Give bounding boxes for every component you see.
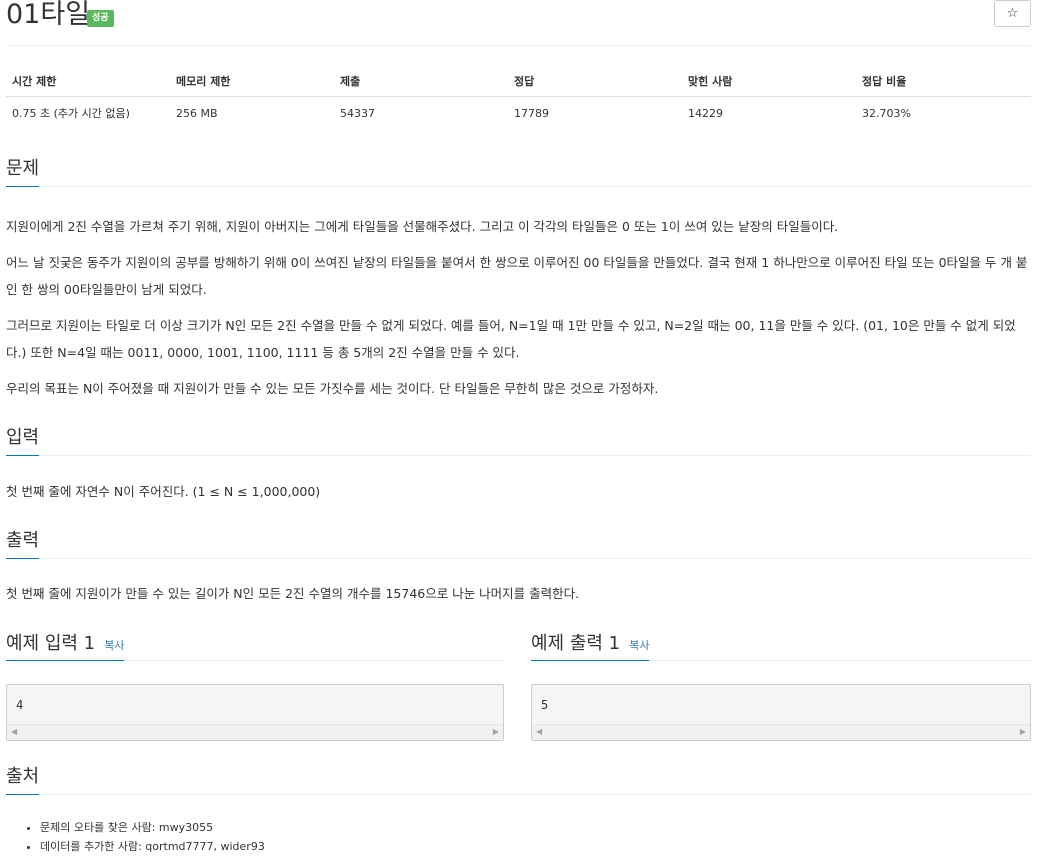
input-section-title: 입력 [6,425,40,456]
list-item: 데이터를 추가한 사람: qortmd7777, wider93 [40,837,265,856]
problem-header: 01타일 성공 ☆ [6,0,1031,46]
accept-ratio-value: 32.703% [856,96,1031,131]
scroll-left-icon[interactable]: ◀ [11,727,17,736]
output-section-header: 출력 [6,527,1031,559]
problem-paragraph-2: 어느 날 짓궂은 동주가 지원이의 공부를 방해하기 위해 0이 쓰여진 낱장의… [6,255,1028,297]
sample-input-header: 예제 입력 1 복사 [6,628,504,661]
output-description: 첫 번째 줄에 지원이가 만들 수 있는 길이가 N인 모든 2진 수열의 개수… [6,586,580,601]
problem-section-header: 문제 [6,155,1031,187]
source-section-header: 출처 [6,763,1031,795]
output-section-title: 출력 [6,528,40,559]
input-description: 첫 번째 줄에 자연수 N이 주어진다. (1 ≤ N ≤ 1,000,000) [6,484,321,499]
problem-info-table: 시간 제한 메모리 제한 제출 정답 맞힌 사람 정답 비율 0.75 초 (추… [6,66,1031,131]
header-solved-users: 맞힌 사람 [682,66,856,97]
problem-paragraph-4: 우리의 목표는 N이 주어졌을 때 지원이가 만들 수 있는 모든 가짓수를 세… [6,381,659,396]
horizontal-scrollbar[interactable]: ◀ ▶ [7,724,503,740]
sample-output-header: 예제 출력 1 복사 [531,628,1031,661]
memory-limit-value: 256 MB [170,96,334,131]
sample-output-title: 예제 출력 1 [531,633,621,654]
table-header-row: 시간 제한 메모리 제한 제출 정답 맞힌 사람 정답 비율 [6,66,1031,97]
copy-sample-output-link[interactable]: 복사 [629,639,649,652]
header-submissions: 제출 [334,66,508,97]
accepted-value: 17789 [508,96,682,131]
sample-input-title: 예제 입력 1 [6,633,96,654]
status-badge: 성공 [87,10,114,27]
source-section-title: 출처 [6,764,40,795]
source-list: 문제의 오타를 찾은 사람: mwy3055 데이터를 추가한 사람: qort… [40,818,265,856]
header-memory-limit: 메모리 제한 [170,66,334,97]
sample-input-value: 4 [16,698,24,712]
input-section-header: 입력 [6,424,1031,456]
sample-input-box[interactable]: 4 ◀ ▶ [6,684,504,741]
scroll-right-icon[interactable]: ▶ [493,727,499,736]
problem-section-title: 문제 [6,156,40,187]
time-limit-value: 0.75 초 (추가 시간 없음) [6,96,170,131]
solved-users-value: 14229 [682,96,856,131]
header-time-limit: 시간 제한 [6,66,170,97]
scroll-left-icon[interactable]: ◀ [536,727,542,736]
star-button[interactable]: ☆ [994,0,1031,27]
submissions-value: 54337 [334,96,508,131]
problem-paragraph-1: 지원이에게 2진 수열을 가르쳐 주기 위해, 지원이 아버지는 그에게 타일들… [6,219,839,234]
sample-output-value: 5 [541,698,549,712]
scroll-right-icon[interactable]: ▶ [1020,727,1026,736]
copy-sample-input-link[interactable]: 복사 [104,639,124,652]
header-accepted: 정답 [508,66,682,97]
header-accept-ratio: 정답 비율 [856,66,1031,97]
list-item: 문제의 오타를 찾은 사람: mwy3055 [40,818,265,837]
problem-paragraph-3: 그러므로 지원이는 타일로 더 이상 크기가 N인 모든 2진 수열을 만들 수… [6,318,1016,360]
sample-output-box[interactable]: 5 ◀ ▶ [531,684,1031,741]
star-icon: ☆ [1006,6,1019,21]
horizontal-scrollbar[interactable]: ◀ ▶ [532,724,1030,740]
table-row: 0.75 초 (추가 시간 없음) 256 MB 54337 17789 142… [6,96,1031,131]
problem-title: 01타일 [6,0,91,30]
